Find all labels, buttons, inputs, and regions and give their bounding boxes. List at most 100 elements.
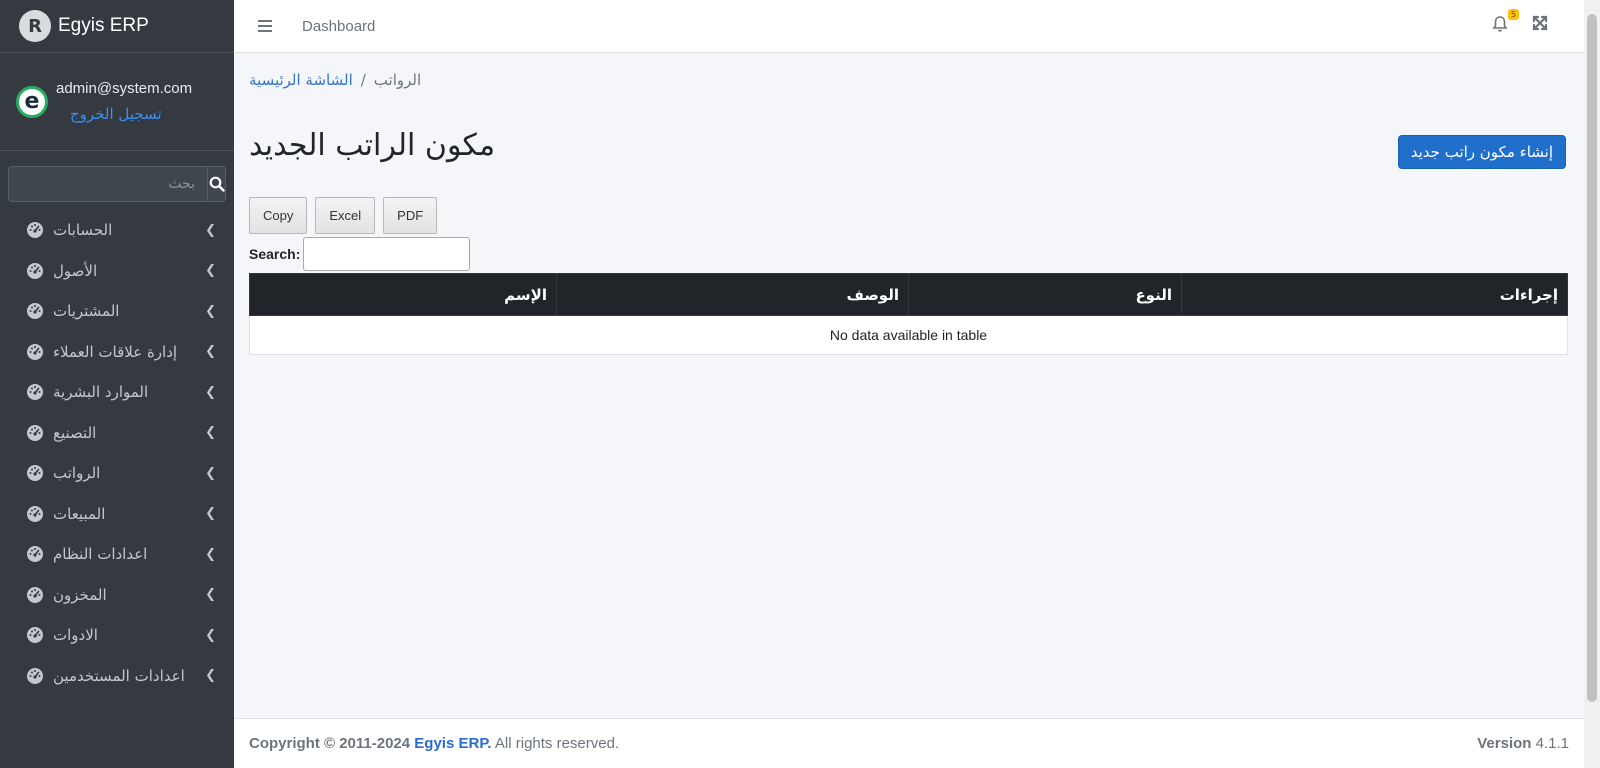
tachometer-icon	[27, 546, 43, 563]
chevron-left-icon: ❮	[205, 627, 216, 643]
column-header-actions[interactable]: إجراءات	[1181, 273, 1568, 316]
version-info: Version 4.1.1	[1477, 735, 1569, 752]
copyright-prefix: Copyright © 2011-2024	[249, 735, 411, 752]
column-header-type[interactable]: النوع	[908, 273, 1182, 316]
logout-link[interactable]: تسجيل الخروج	[70, 105, 192, 123]
table-search-input[interactable]	[303, 237, 471, 271]
chevron-left-icon: ❮	[205, 222, 216, 238]
menu-toggle-icon[interactable]	[258, 17, 272, 35]
page-scrollbar[interactable]	[1584, 0, 1600, 768]
page-title: مكون الراتب الجديد	[249, 128, 496, 163]
bell-icon	[1492, 16, 1508, 32]
version-number: 4.1.1	[1535, 735, 1569, 752]
sidebar-item-label: المخزون	[53, 585, 107, 604]
sidebar-item[interactable]: المبيعات ❮	[0, 494, 234, 535]
sidebar-item-label: الرواتب	[53, 464, 101, 483]
copyright: Copyright © 2011-2024 Egyis ERP. All rig…	[249, 735, 619, 752]
sidebar-item-label: الأصول	[53, 261, 98, 280]
tachometer-icon	[27, 667, 43, 684]
sidebar-nav: الحسابات ❮ الأصول ❮ المشتريات ❮ إدارة علاقات ا…	[0, 210, 234, 696]
footer-brand-link[interactable]: Egyis ERP.	[414, 735, 491, 752]
tachometer-icon	[27, 303, 43, 320]
column-header-name[interactable]: الإسم	[249, 273, 557, 316]
breadcrumb: الشاشة الرئيسية / الرواتب	[249, 71, 421, 89]
rights-text: All rights reserved.	[494, 735, 620, 752]
column-header-description[interactable]: الوصف	[556, 273, 909, 316]
chevron-left-icon: ❮	[205, 303, 216, 319]
export-buttons: Copy Excel PDF	[249, 197, 438, 234]
table-search-label: Search:	[249, 246, 301, 262]
sidebar-item[interactable]: المخزون ❮	[0, 575, 234, 616]
chevron-left-icon: ❮	[205, 263, 216, 279]
tachometer-icon	[27, 343, 43, 360]
tachometer-icon	[27, 627, 43, 644]
sidebar-search-button[interactable]	[207, 166, 226, 202]
breadcrumb-home[interactable]: الشاشة الرئيسية	[249, 71, 353, 89]
sidebar-item-label: إدارة علاقات العملاء	[53, 342, 178, 361]
breadcrumb-separator: /	[360, 71, 366, 89]
sidebar-item-label: الادوات	[53, 626, 98, 645]
chevron-left-icon: ❮	[205, 587, 216, 603]
sidebar-item-label: المبيعات	[53, 504, 106, 523]
create-salary-component-button[interactable]: إنشاء مكون راتب جديد	[1397, 135, 1566, 169]
sidebar-item[interactable]: الرواتب ❮	[0, 453, 234, 494]
avatar: e	[16, 85, 48, 118]
sidebar-item-label: المشتريات	[53, 302, 120, 321]
tachometer-icon	[27, 505, 43, 522]
sidebar-item[interactable]: اعدادات المستخدمين ❮	[0, 656, 234, 697]
sidebar-search-input[interactable]	[8, 166, 207, 202]
fullscreen-button[interactable]	[1532, 15, 1548, 35]
sidebar-item-label: اعدادات المستخدمين	[53, 666, 185, 685]
empty-table-message: No data available in table	[249, 315, 1568, 355]
table-search: Search:	[249, 237, 471, 271]
salary-components-table: الإسم الوصف النوع إجراءات No data availa…	[249, 273, 1568, 355]
version-label: Version	[1477, 735, 1532, 752]
sidebar-item[interactable]: المشتريات ❮	[0, 291, 234, 332]
sidebar-item[interactable]: إدارة علاقات العملاء ❮	[0, 332, 234, 373]
sidebar-item-label: الحسابات	[53, 221, 113, 240]
sidebar-item[interactable]: الموارد البشرية ❮	[0, 372, 234, 413]
tachometer-icon	[27, 222, 43, 239]
brand-logo: R	[19, 10, 51, 42]
tachometer-icon	[27, 586, 43, 603]
chevron-left-icon: ❮	[205, 465, 216, 481]
footer: Copyright © 2011-2024 Egyis ERP. All rig…	[234, 718, 1584, 768]
main-content: الشاشة الرئيسية / الرواتب مكون الراتب ال…	[234, 53, 1584, 718]
notifications-button[interactable]: 5	[1492, 9, 1519, 35]
tachometer-icon	[27, 424, 43, 441]
user-email[interactable]: admin@system.com	[56, 80, 192, 97]
notification-badge: 5	[1507, 9, 1519, 20]
copy-button[interactable]: Copy	[249, 197, 308, 234]
chevron-left-icon: ❮	[205, 425, 216, 441]
table-header-row: الإسم الوصف النوع إجراءات	[249, 273, 1568, 316]
sidebar-item-label: الموارد البشرية	[53, 383, 149, 402]
chevron-left-icon: ❮	[205, 384, 216, 400]
scrollbar-thumb[interactable]	[1587, 14, 1597, 702]
sidebar-item-label: التصنيع	[53, 423, 97, 442]
sidebar-item-label: اعدادات النظام	[53, 545, 148, 564]
breadcrumb-current: الرواتب	[373, 71, 422, 89]
sidebar-item[interactable]: الادوات ❮	[0, 615, 234, 656]
sidebar-search	[8, 166, 226, 202]
chevron-left-icon: ❮	[205, 546, 216, 562]
pdf-button[interactable]: PDF	[383, 197, 438, 234]
tachometer-icon	[27, 384, 43, 401]
chevron-left-icon: ❮	[205, 506, 216, 522]
chevron-left-icon: ❮	[205, 668, 216, 684]
sidebar-item[interactable]: الأصول ❮	[0, 251, 234, 292]
chevron-left-icon: ❮	[205, 344, 216, 360]
brand-link[interactable]: R Egyis ERP	[0, 0, 234, 53]
sidebar: R Egyis ERP e admin@system.com تسجيل الخ…	[0, 0, 234, 768]
tachometer-icon	[27, 465, 43, 482]
topbar: Dashboard 5	[234, 0, 1584, 53]
sidebar-item[interactable]: الحسابات ❮	[0, 210, 234, 251]
user-panel: e admin@system.com تسجيل الخروج	[0, 53, 234, 151]
tachometer-icon	[27, 262, 43, 279]
excel-button[interactable]: Excel	[315, 197, 376, 234]
expand-icon	[1532, 15, 1548, 31]
table-row: No data available in table	[249, 315, 1568, 355]
brand-name: Egyis ERP	[58, 15, 149, 36]
sidebar-item[interactable]: اعدادات النظام ❮	[0, 534, 234, 575]
sidebar-item[interactable]: التصنيع ❮	[0, 413, 234, 454]
dashboard-link[interactable]: Dashboard	[302, 18, 375, 35]
